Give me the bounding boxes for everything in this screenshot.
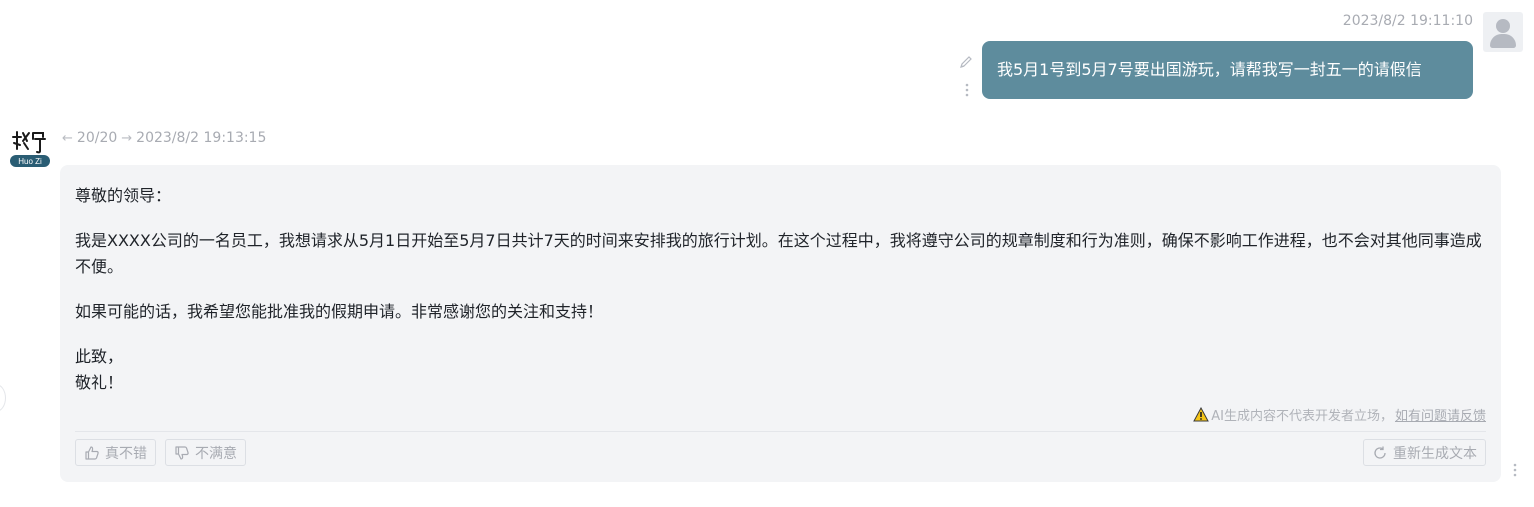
letter-closing-line: 敬礼！ <box>75 373 124 392</box>
bot-message-card: 尊敬的领导： 我是XXXX公司的一名员工，我想请求从5月1日开始至5月7日共计7… <box>60 165 1501 482</box>
letter-paragraph: 我是XXXX公司的一名员工，我想请求从5月1日开始至5月7日共计7天的时间来安排… <box>75 231 1482 276</box>
logo-text: Huo Zi <box>18 157 42 166</box>
letter-closing: 此致， 敬礼！ <box>75 344 1485 396</box>
refresh-icon <box>1374 446 1386 459</box>
dislike-label: 不满意 <box>195 445 237 462</box>
thumbs-down-icon <box>175 445 189 460</box>
user-message-timestamp: 2023/8/2 19:11:10 <box>1342 13 1473 29</box>
pencil-icon[interactable] <box>958 54 974 70</box>
dislike-button[interactable]: 不满意 <box>165 439 246 466</box>
divider <box>75 431 1486 432</box>
arrow-left-icon[interactable]: ← <box>62 131 73 146</box>
huozi-logo: Huo Zi <box>10 131 50 167</box>
regenerate-label: 重新生成文本 <box>1393 445 1477 462</box>
ai-disclaimer: AI生成内容不代表开发者立场， 如有问题请反馈 <box>1193 405 1486 424</box>
disclaimer-text: AI生成内容不代表开发者立场， <box>1211 409 1393 424</box>
vertical-dots-icon[interactable] <box>1508 462 1522 478</box>
letter-paragraph: 如果可能的话，我希望您能批准我的假期申请。非常感谢您的关注和支持！ <box>75 302 604 321</box>
collapse-handle[interactable] <box>0 384 6 412</box>
like-button[interactable]: 真不错 <box>75 439 156 466</box>
bot-message-meta: ← 20/20 → 2023/8/2 19:13:15 <box>62 130 266 146</box>
user-message-bubble: 我5月1号到5月7号要出国游玩，请帮我写一封五一的请假信 <box>982 41 1473 99</box>
bot-message-text: 尊敬的领导： 我是XXXX公司的一名员工，我想请求从5月1日开始至5月7日共计7… <box>75 183 1485 396</box>
like-label: 真不错 <box>105 445 147 462</box>
vertical-dots-icon[interactable] <box>960 82 974 98</box>
page-indicator: 20/20 <box>76 130 118 146</box>
warning-triangle-icon <box>1193 407 1210 422</box>
letter-salutation: 尊敬的领导： <box>75 186 172 205</box>
thumbs-up-icon <box>85 445 99 460</box>
user-avatar-icon <box>1483 12 1523 52</box>
feedback-link[interactable]: 如有问题请反馈 <box>1395 405 1486 424</box>
arrow-right-icon[interactable]: → <box>121 131 132 146</box>
regenerate-button[interactable]: 重新生成文本 <box>1363 439 1486 466</box>
letter-closing-line: 此致， <box>75 347 124 366</box>
bot-message-timestamp: 2023/8/2 19:13:15 <box>136 130 267 146</box>
